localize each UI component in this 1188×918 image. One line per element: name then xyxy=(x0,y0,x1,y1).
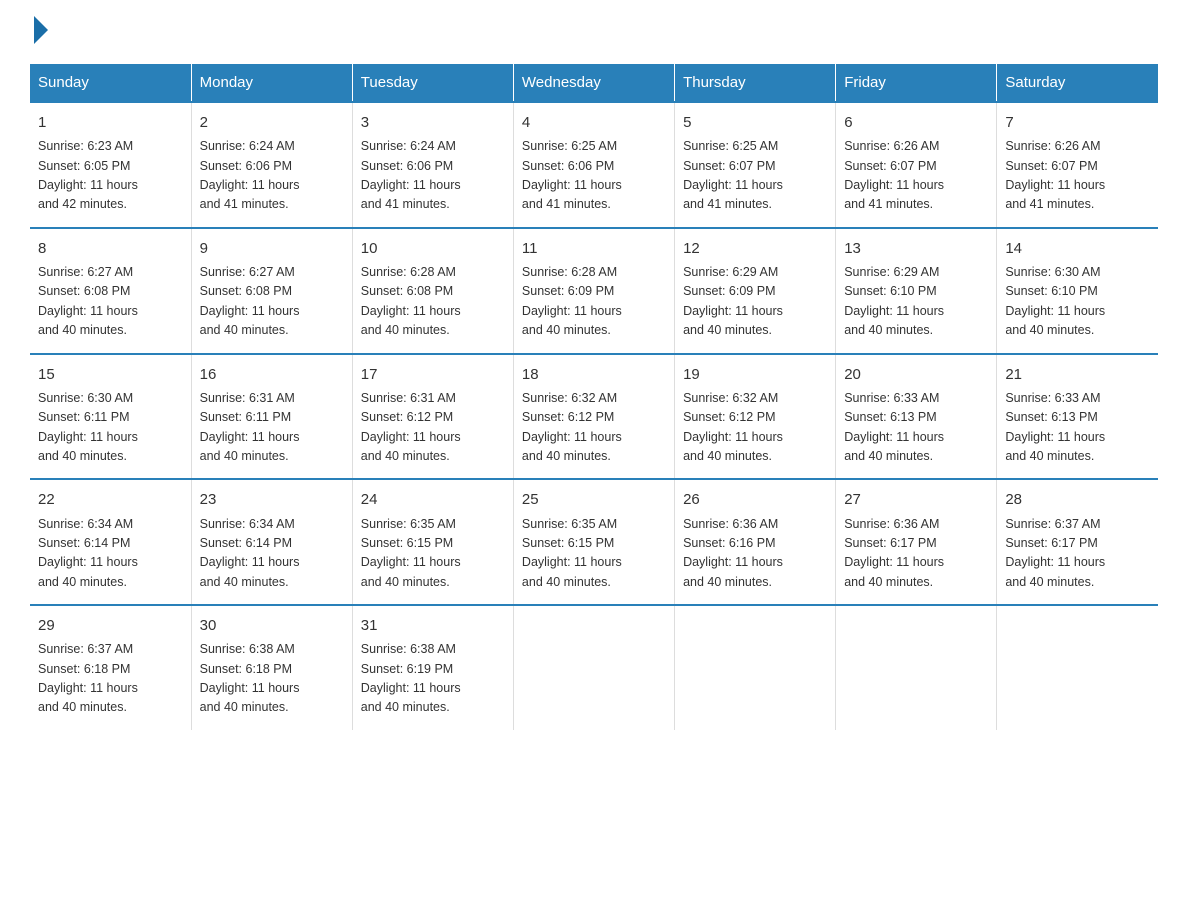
calendar-cell: 31Sunrise: 6:38 AMSunset: 6:19 PMDayligh… xyxy=(352,605,513,730)
calendar-cell: 14Sunrise: 6:30 AMSunset: 6:10 PMDayligh… xyxy=(997,228,1158,354)
day-number: 1 xyxy=(38,111,183,134)
calendar-cell: 20Sunrise: 6:33 AMSunset: 6:13 PMDayligh… xyxy=(836,354,997,480)
day-number: 23 xyxy=(200,488,344,511)
day-number: 25 xyxy=(522,488,666,511)
day-number: 27 xyxy=(844,488,988,511)
calendar-cell: 19Sunrise: 6:32 AMSunset: 6:12 PMDayligh… xyxy=(675,354,836,480)
day-number: 21 xyxy=(1005,363,1150,386)
day-number: 14 xyxy=(1005,237,1150,260)
header-saturday: Saturday xyxy=(997,64,1158,102)
day-number: 29 xyxy=(38,614,183,637)
day-number: 22 xyxy=(38,488,183,511)
calendar-cell: 17Sunrise: 6:31 AMSunset: 6:12 PMDayligh… xyxy=(352,354,513,480)
calendar-cell: 18Sunrise: 6:32 AMSunset: 6:12 PMDayligh… xyxy=(513,354,674,480)
day-number: 7 xyxy=(1005,111,1150,134)
day-number: 26 xyxy=(683,488,827,511)
calendar-header-row: SundayMondayTuesdayWednesdayThursdayFrid… xyxy=(30,64,1158,102)
calendar-week-row: 8Sunrise: 6:27 AMSunset: 6:08 PMDaylight… xyxy=(30,228,1158,354)
calendar-cell: 7Sunrise: 6:26 AMSunset: 6:07 PMDaylight… xyxy=(997,102,1158,228)
day-number: 18 xyxy=(522,363,666,386)
calendar-cell: 1Sunrise: 6:23 AMSunset: 6:05 PMDaylight… xyxy=(30,102,191,228)
day-number: 2 xyxy=(200,111,344,134)
calendar-cell: 13Sunrise: 6:29 AMSunset: 6:10 PMDayligh… xyxy=(836,228,997,354)
calendar-cell: 4Sunrise: 6:25 AMSunset: 6:06 PMDaylight… xyxy=(513,102,674,228)
calendar-week-row: 29Sunrise: 6:37 AMSunset: 6:18 PMDayligh… xyxy=(30,605,1158,730)
day-number: 30 xyxy=(200,614,344,637)
calendar-cell: 2Sunrise: 6:24 AMSunset: 6:06 PMDaylight… xyxy=(191,102,352,228)
day-number: 20 xyxy=(844,363,988,386)
calendar-cell: 29Sunrise: 6:37 AMSunset: 6:18 PMDayligh… xyxy=(30,605,191,730)
header-wednesday: Wednesday xyxy=(513,64,674,102)
day-number: 6 xyxy=(844,111,988,134)
calendar-cell: 28Sunrise: 6:37 AMSunset: 6:17 PMDayligh… xyxy=(997,479,1158,605)
day-number: 16 xyxy=(200,363,344,386)
calendar-cell: 22Sunrise: 6:34 AMSunset: 6:14 PMDayligh… xyxy=(30,479,191,605)
day-number: 31 xyxy=(361,614,505,637)
day-number: 12 xyxy=(683,237,827,260)
header-thursday: Thursday xyxy=(675,64,836,102)
calendar-week-row: 1Sunrise: 6:23 AMSunset: 6:05 PMDaylight… xyxy=(30,102,1158,228)
calendar-cell: 24Sunrise: 6:35 AMSunset: 6:15 PMDayligh… xyxy=(352,479,513,605)
day-number: 4 xyxy=(522,111,666,134)
header-sunday: Sunday xyxy=(30,64,191,102)
calendar-cell: 21Sunrise: 6:33 AMSunset: 6:13 PMDayligh… xyxy=(997,354,1158,480)
calendar-cell: 11Sunrise: 6:28 AMSunset: 6:09 PMDayligh… xyxy=(513,228,674,354)
calendar-cell: 30Sunrise: 6:38 AMSunset: 6:18 PMDayligh… xyxy=(191,605,352,730)
day-number: 24 xyxy=(361,488,505,511)
day-number: 5 xyxy=(683,111,827,134)
calendar-cell xyxy=(675,605,836,730)
calendar-cell: 12Sunrise: 6:29 AMSunset: 6:09 PMDayligh… xyxy=(675,228,836,354)
calendar-cell: 5Sunrise: 6:25 AMSunset: 6:07 PMDaylight… xyxy=(675,102,836,228)
logo xyxy=(30,20,48,44)
day-number: 17 xyxy=(361,363,505,386)
calendar-cell: 25Sunrise: 6:35 AMSunset: 6:15 PMDayligh… xyxy=(513,479,674,605)
logo-arrow-icon xyxy=(34,16,48,44)
day-number: 9 xyxy=(200,237,344,260)
day-number: 28 xyxy=(1005,488,1150,511)
calendar-cell: 26Sunrise: 6:36 AMSunset: 6:16 PMDayligh… xyxy=(675,479,836,605)
calendar-cell: 23Sunrise: 6:34 AMSunset: 6:14 PMDayligh… xyxy=(191,479,352,605)
calendar-cell xyxy=(836,605,997,730)
calendar-cell: 9Sunrise: 6:27 AMSunset: 6:08 PMDaylight… xyxy=(191,228,352,354)
header-friday: Friday xyxy=(836,64,997,102)
calendar-week-row: 15Sunrise: 6:30 AMSunset: 6:11 PMDayligh… xyxy=(30,354,1158,480)
calendar-cell: 27Sunrise: 6:36 AMSunset: 6:17 PMDayligh… xyxy=(836,479,997,605)
calendar-cell: 16Sunrise: 6:31 AMSunset: 6:11 PMDayligh… xyxy=(191,354,352,480)
calendar-table: SundayMondayTuesdayWednesdayThursdayFrid… xyxy=(30,64,1158,730)
day-number: 3 xyxy=(361,111,505,134)
calendar-cell xyxy=(513,605,674,730)
calendar-cell: 15Sunrise: 6:30 AMSunset: 6:11 PMDayligh… xyxy=(30,354,191,480)
day-number: 15 xyxy=(38,363,183,386)
calendar-cell: 3Sunrise: 6:24 AMSunset: 6:06 PMDaylight… xyxy=(352,102,513,228)
calendar-week-row: 22Sunrise: 6:34 AMSunset: 6:14 PMDayligh… xyxy=(30,479,1158,605)
day-number: 19 xyxy=(683,363,827,386)
header-tuesday: Tuesday xyxy=(352,64,513,102)
calendar-cell: 8Sunrise: 6:27 AMSunset: 6:08 PMDaylight… xyxy=(30,228,191,354)
calendar-cell: 6Sunrise: 6:26 AMSunset: 6:07 PMDaylight… xyxy=(836,102,997,228)
calendar-cell xyxy=(997,605,1158,730)
day-number: 8 xyxy=(38,237,183,260)
day-number: 11 xyxy=(522,237,666,260)
day-number: 13 xyxy=(844,237,988,260)
day-number: 10 xyxy=(361,237,505,260)
header-monday: Monday xyxy=(191,64,352,102)
page-header xyxy=(30,20,1158,44)
calendar-cell: 10Sunrise: 6:28 AMSunset: 6:08 PMDayligh… xyxy=(352,228,513,354)
